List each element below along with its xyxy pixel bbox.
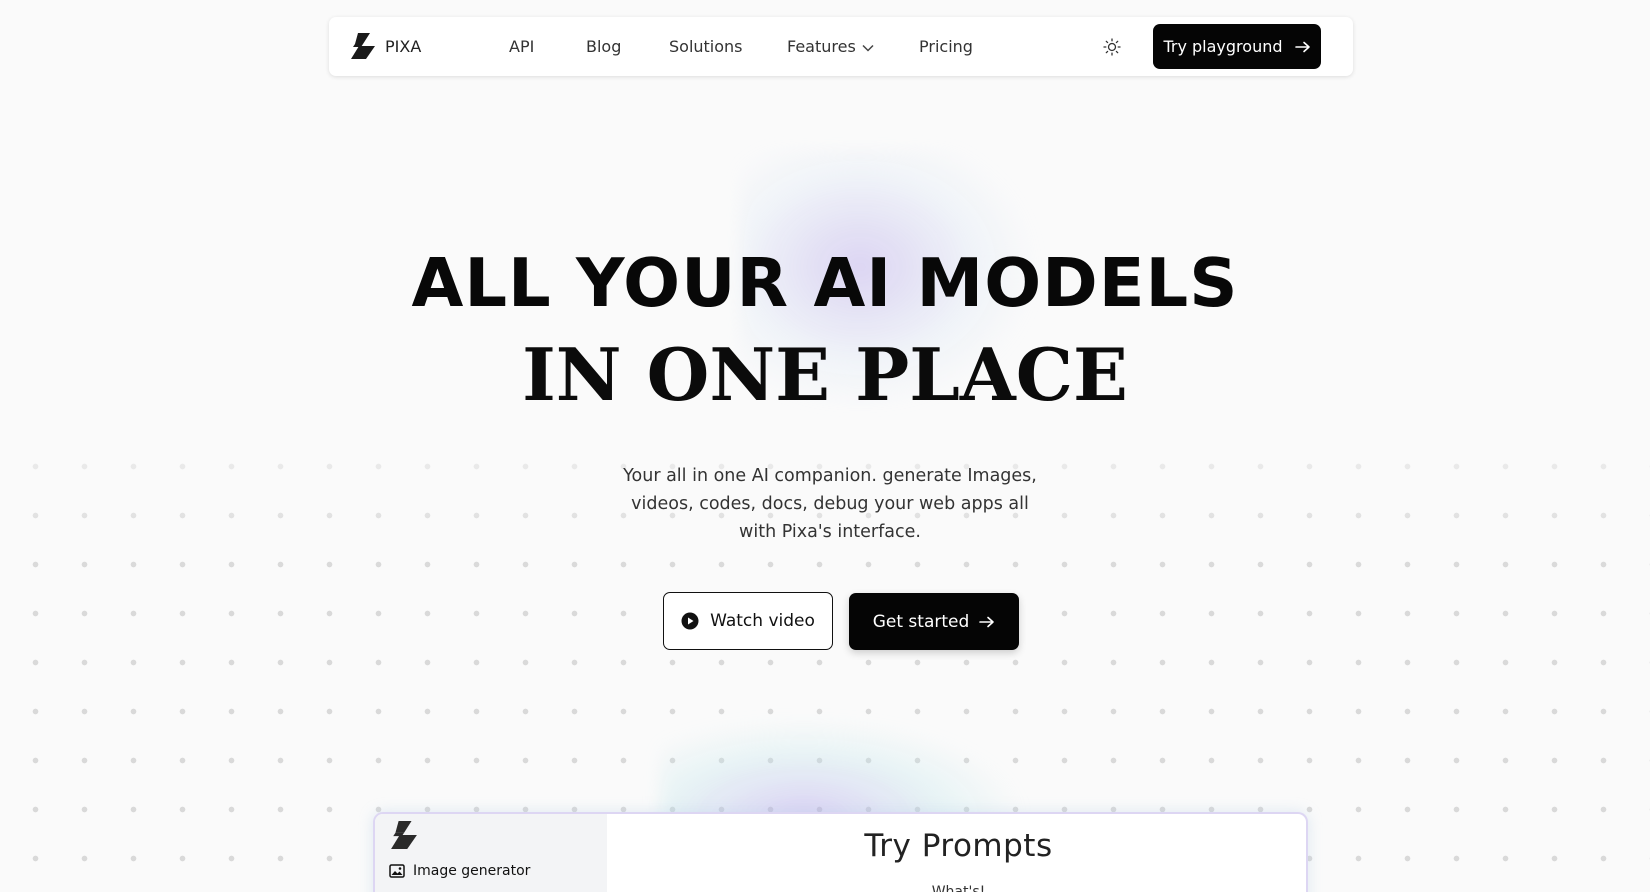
playground-preview: Image generator Try Prompts What's! — [373, 812, 1308, 892]
watch-video-label: Watch video — [710, 611, 815, 631]
sidebar-item-image-generator[interactable]: Image generator — [389, 863, 530, 879]
play-circle-icon — [681, 612, 699, 630]
chevron-down-icon — [862, 17, 874, 76]
arrow-right-icon — [1294, 41, 1311, 53]
hero-title-line2: IN ONE PLACE — [522, 332, 1128, 417]
preview-sidebar: Image generator — [375, 814, 607, 892]
theme-toggle[interactable] — [1101, 36, 1123, 58]
preview-partial-text: What's! — [931, 884, 986, 892]
pixa-logo-icon — [391, 821, 417, 849]
arrow-right-icon — [979, 616, 995, 628]
watch-video-button[interactable]: Watch video — [663, 592, 833, 650]
sidebar-item-label: Image generator — [413, 863, 531, 879]
try-playground-label: Try playground — [1163, 37, 1283, 56]
nav-link-blog[interactable]: Blog — [586, 17, 621, 76]
nav-link-pricing[interactable]: Pricing — [919, 17, 973, 76]
get-started-label: Get started — [872, 611, 970, 632]
sun-icon — [1103, 38, 1121, 56]
top-navbar: PIXA API Blog Solutions Features Pricing… — [329, 17, 1353, 76]
hero-subtitle: Your all in one AI companion. generate I… — [623, 466, 1037, 542]
pixa-logo-icon — [351, 33, 375, 59]
nav-link-features-label: Features — [787, 37, 856, 56]
nav-link-api[interactable]: API — [509, 17, 534, 76]
image-icon — [389, 864, 405, 878]
get-started-button[interactable]: Get started — [849, 593, 1019, 650]
brand-name: PIXA — [385, 36, 422, 56]
brand[interactable]: PIXA — [349, 33, 421, 59]
nav-link-solutions[interactable]: Solutions — [669, 17, 743, 76]
preview-title: Try Prompts — [864, 828, 1053, 864]
nav-link-features[interactable]: Features — [787, 17, 874, 76]
try-playground-button[interactable]: Try playground — [1153, 24, 1321, 69]
hero-title-line1: ALL YOUR AI MODELS — [411, 244, 1239, 322]
